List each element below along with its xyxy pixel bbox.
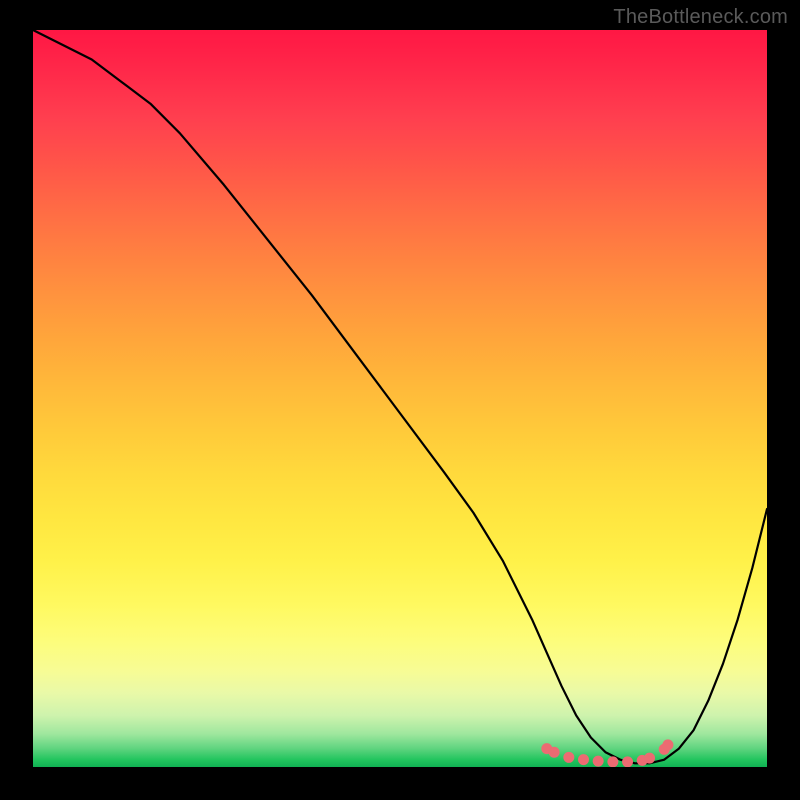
plot-area: [33, 30, 767, 767]
highlight-dot: [622, 756, 633, 767]
chart-svg: [33, 30, 767, 767]
highlight-dot: [578, 754, 589, 765]
watermark-text: TheBottleneck.com: [613, 6, 788, 29]
highlight-dot: [662, 739, 673, 750]
highlight-dot: [607, 756, 618, 767]
curve-line: [33, 30, 767, 763]
highlight-dot: [593, 756, 604, 767]
highlight-dot: [563, 752, 574, 763]
highlight-dot: [549, 747, 560, 758]
highlight-dot: [644, 753, 655, 764]
